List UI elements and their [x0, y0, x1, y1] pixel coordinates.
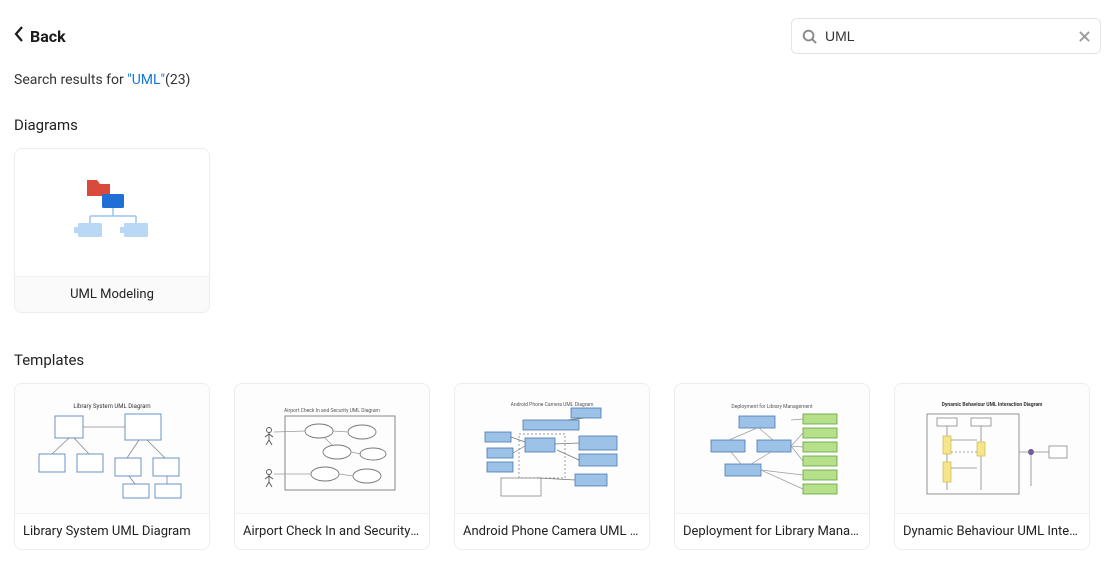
search-icon — [802, 29, 817, 44]
template-card-label: Deployment for Library Manage... — [675, 514, 869, 549]
results-prefix: Search results for — [14, 72, 127, 88]
results-summary: Search results for "UML"(23) — [14, 72, 1101, 88]
results-query: "UML" — [127, 72, 165, 88]
chevron-left-icon — [14, 26, 24, 46]
template-card[interactable]: Android Phone Camera UML Diagram — [454, 383, 650, 550]
template-card-label: Airport Check In and Security U... — [235, 514, 429, 549]
templates-heading: Templates — [14, 351, 1101, 369]
template-thumbnail: Deployment for Library Management — [675, 384, 869, 514]
svg-text:Airport Check In and Security: Airport Check In and Security UML Diagra… — [284, 408, 381, 414]
template-card-label: Library System UML Diagram — [15, 514, 209, 549]
template-card[interactable]: Dynamic Behaviour UML Interaction Diagra… — [894, 383, 1090, 550]
template-thumbnail: Android Phone Camera UML Diagram — [455, 384, 649, 514]
clear-icon[interactable] — [1079, 31, 1090, 42]
diagrams-heading: Diagrams — [14, 116, 1101, 134]
diagram-thumbnail — [15, 149, 209, 277]
back-button[interactable]: Back — [14, 26, 66, 46]
search-box[interactable] — [791, 18, 1101, 54]
diagram-card-label: UML Modeling — [15, 277, 209, 312]
svg-text:Library System UML Diagram: Library System UML Diagram — [73, 403, 150, 410]
template-card[interactable]: Airport Check In and Security UML Diagra… — [234, 383, 430, 550]
back-label: Back — [30, 27, 66, 46]
search-input[interactable] — [825, 28, 1071, 44]
svg-text:Deployment for Library Managem: Deployment for Library Management — [731, 403, 813, 410]
svg-text:Android Phone Camera UML Diagr: Android Phone Camera UML Diagram — [511, 402, 594, 408]
results-count: (23) — [165, 72, 190, 88]
svg-text:Dynamic Behaviour UML Interact: Dynamic Behaviour UML Interaction Diagra… — [942, 402, 1043, 408]
diagram-card[interactable]: UML Modeling — [14, 148, 210, 313]
template-card[interactable]: Library System UML Diagram — [14, 383, 210, 550]
template-thumbnail: Library System UML Diagram — [15, 384, 209, 514]
template-card-label: Dynamic Behaviour UML Interac... — [895, 514, 1089, 549]
template-thumbnail: Airport Check In and Security UML Diagra… — [235, 384, 429, 514]
template-card[interactable]: Deployment for Library Management — [674, 383, 870, 550]
template-thumbnail: Dynamic Behaviour UML Interaction Diagra… — [895, 384, 1089, 514]
template-card-label: Android Phone Camera UML Dia... — [455, 514, 649, 549]
